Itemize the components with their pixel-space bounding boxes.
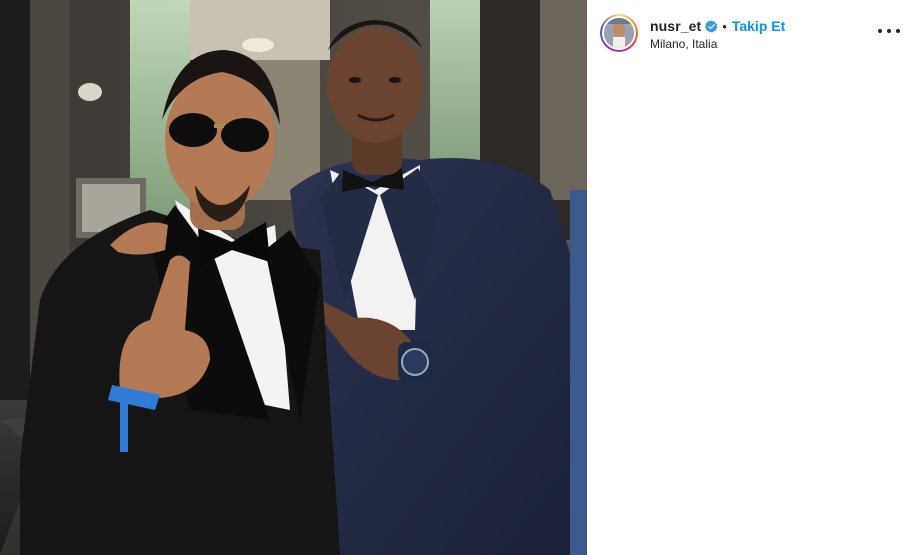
profile-avatar-ring[interactable] xyxy=(600,14,638,52)
more-dot xyxy=(887,29,891,33)
header-top-row: nusr_et • Takip Et xyxy=(650,17,785,35)
verified-badge-icon xyxy=(705,19,718,33)
location-link[interactable]: Milano, Italia xyxy=(650,37,785,51)
photo-image xyxy=(0,0,587,555)
profile-avatar[interactable] xyxy=(604,18,634,48)
more-dot xyxy=(878,29,882,33)
header-text: nusr_et • Takip Et Milano, Italia xyxy=(650,14,785,51)
header-separator: • xyxy=(722,18,727,34)
post-header: nusr_et • Takip Et Milano, Italia xyxy=(587,0,912,62)
more-options-icon[interactable] xyxy=(878,24,900,38)
username-link[interactable]: nusr_et xyxy=(650,18,701,34)
avatar-image xyxy=(604,18,634,48)
post-photo[interactable] xyxy=(0,0,587,555)
more-dot xyxy=(896,29,900,33)
instagram-post: nusr_et • Takip Et Milano, Italia xyxy=(0,0,912,555)
follow-button[interactable]: Takip Et xyxy=(732,18,785,34)
post-side-pane: nusr_et • Takip Et Milano, Italia xyxy=(587,0,912,555)
